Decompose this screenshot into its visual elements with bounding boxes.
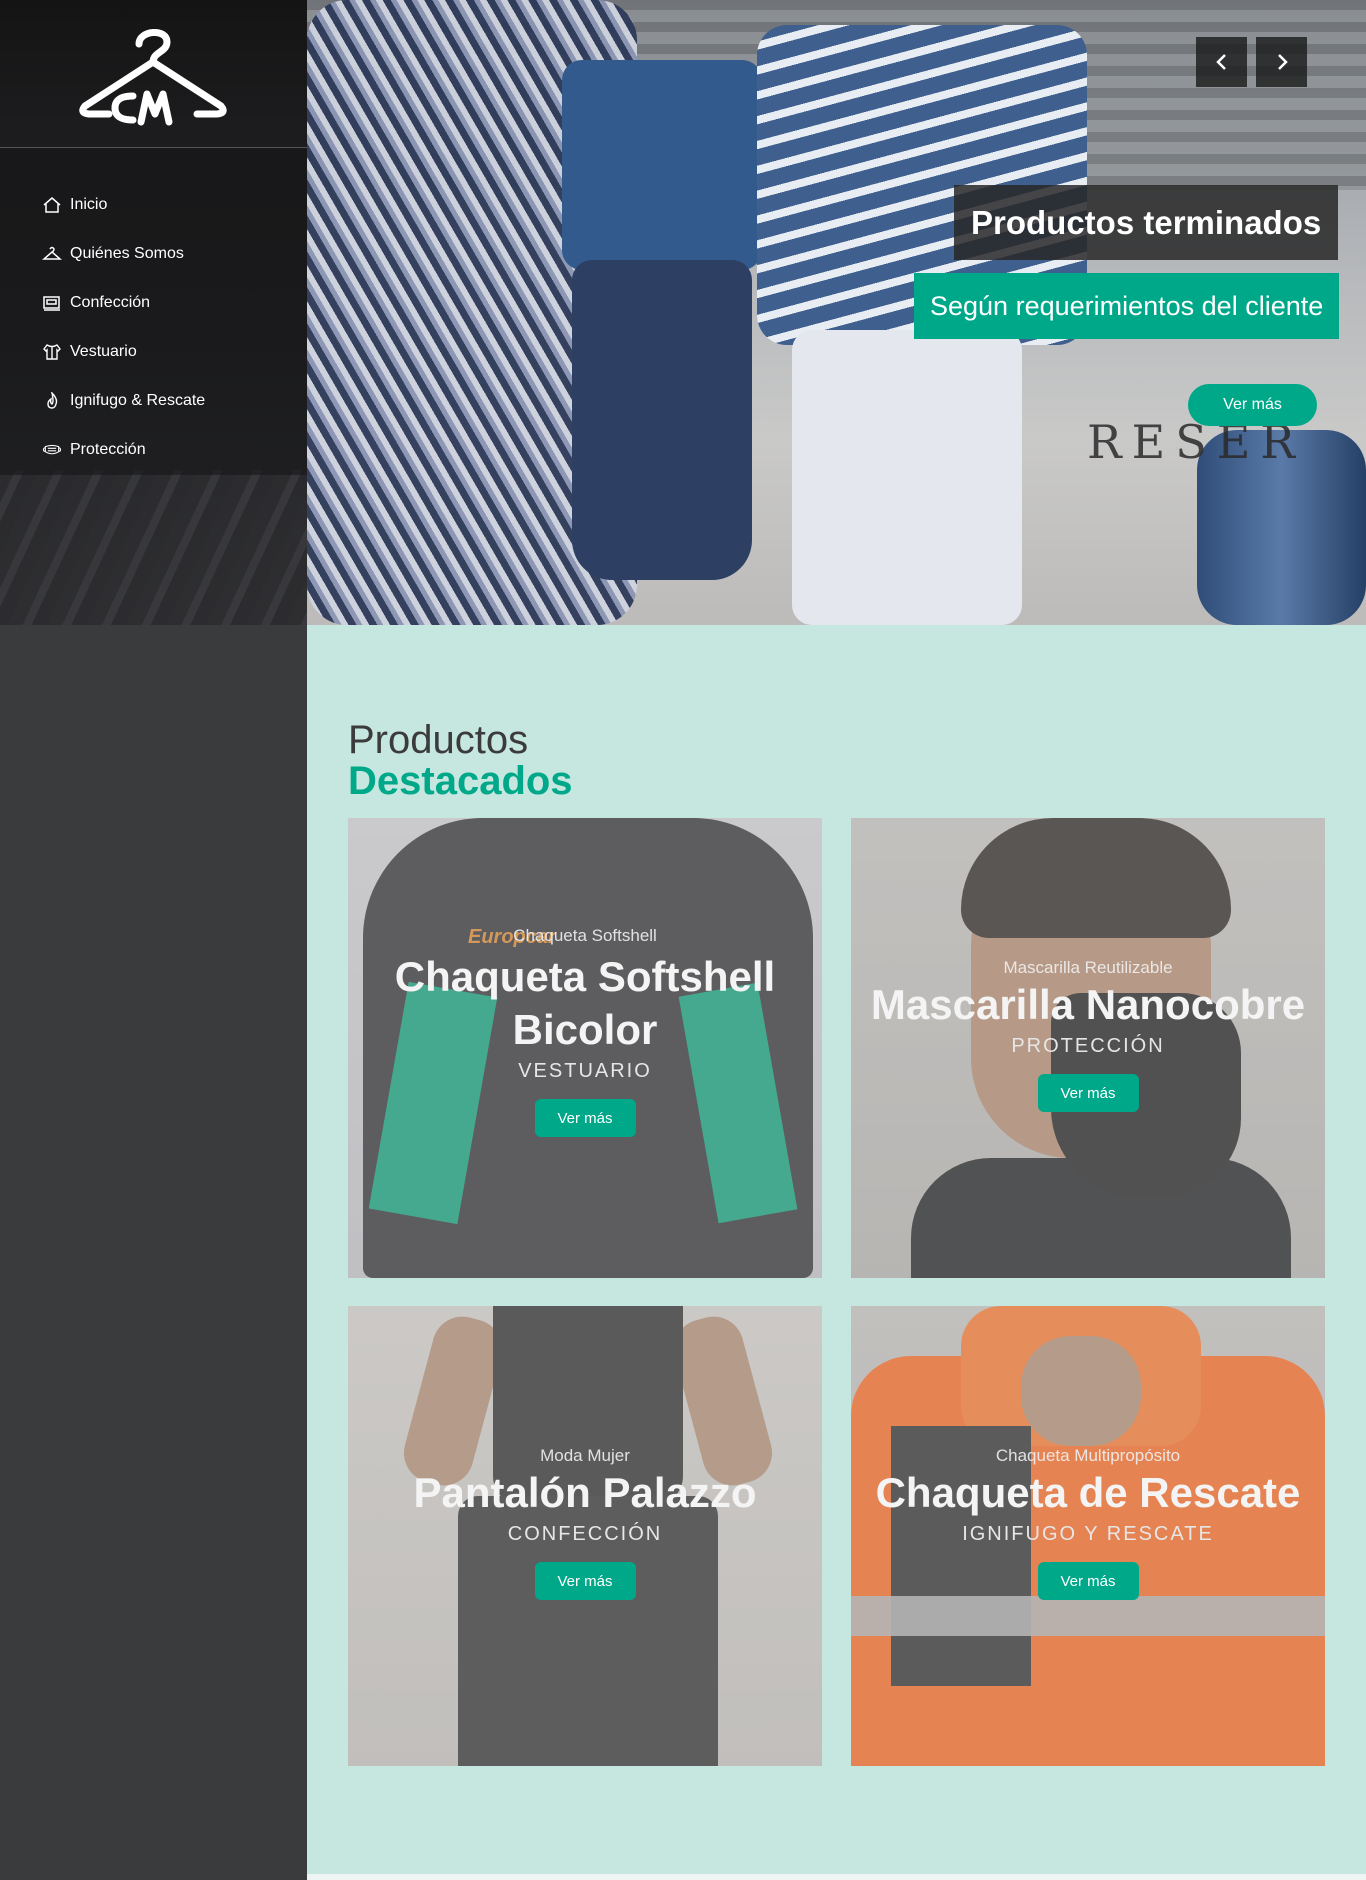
nav-label: Vestuario [70, 342, 137, 360]
product-card-softshell[interactable]: Europcar Chaqueta Softshell Chaqueta Sof… [348, 818, 822, 1278]
card-subtitle: Moda Mujer [540, 1446, 630, 1465]
nav-label: Ignifugo & Rescate [70, 391, 206, 409]
hero-subtitle: Según requerimientos del cliente [914, 273, 1340, 339]
card-content: Moda Mujer Pantalón Palazzo CONFECCIÓN V… [348, 1446, 822, 1600]
card-ver-mas-button[interactable]: Ver más [534, 1562, 636, 1600]
main-nav: Inicio Quiénes Somos Confección Vestuari… [42, 180, 205, 474]
hanger-icon [42, 246, 62, 260]
featured-heading-line2: Destacados [348, 759, 573, 803]
hero-title: Productos terminados [954, 185, 1339, 260]
slider-prev-button[interactable] [1196, 37, 1247, 87]
mask-icon [42, 444, 62, 454]
card-category: PROTECCIÓN [1011, 1035, 1165, 1057]
card-content: Chaqueta Softshell Chaqueta Softshell Bi… [348, 926, 822, 1137]
slider-next-button[interactable] [1256, 37, 1307, 87]
card-ver-mas-button[interactable]: Ver más [1037, 1074, 1139, 1112]
hero-ver-mas-button[interactable]: Ver más [1188, 384, 1317, 426]
flame-icon [47, 391, 58, 409]
nav-label: Inicio [70, 195, 108, 213]
card-content: Mascarilla Reutilizable Mascarilla Nanoc… [851, 958, 1325, 1112]
card-title: Chaqueta de Rescate [875, 1469, 1301, 1516]
hero-slider: RESER Productos terminados Según requeri… [307, 0, 1366, 625]
sidebar-background-image [0, 470, 307, 625]
nav-item-proteccion[interactable]: Protección [42, 425, 205, 474]
card-title: Mascarilla Nanocobre [870, 981, 1306, 1028]
card-ver-mas-button[interactable]: Ver más [1037, 1562, 1139, 1600]
card-category: CONFECCIÓN [507, 1523, 663, 1545]
shirt-icon [43, 343, 61, 360]
hero-image-blue-top [562, 60, 762, 270]
card-category: IGNIFUGO Y RESCATE [962, 1523, 1214, 1545]
product-card-rescate[interactable]: Chaqueta Multipropósito Chaqueta de Resc… [851, 1306, 1325, 1766]
nav-item-inicio[interactable]: Inicio [42, 180, 205, 229]
card-subtitle: Chaqueta Softshell [513, 926, 657, 945]
card-content: Chaqueta Multipropósito Chaqueta de Resc… [851, 1446, 1325, 1600]
nav-item-ignifugo-rescate[interactable]: Ignifugo & Rescate [42, 376, 205, 425]
nav-label: Quiénes Somos [70, 244, 184, 262]
footer-edge [307, 1874, 1366, 1880]
card-subtitle: Chaqueta Multipropósito [995, 1446, 1181, 1465]
sidebar: Inicio Quiénes Somos Confección Vestuari… [0, 0, 307, 1880]
card-title: Chaqueta Softshell Bicolor [394, 953, 776, 1053]
card-title: Pantalón Palazzo [413, 1469, 757, 1516]
card-ver-mas-button[interactable]: Ver más [534, 1099, 636, 1137]
home-icon [43, 196, 61, 213]
chevron-left-icon [1215, 54, 1226, 70]
featured-heading-line1: Productos [348, 718, 529, 762]
nav-item-confeccion[interactable]: Confección [42, 278, 205, 327]
sewing-machine-icon [43, 295, 60, 311]
cm-hanger-logo[interactable] [75, 18, 230, 130]
featured-heading: Productos Destacados [348, 718, 573, 803]
card-subtitle: Mascarilla Reutilizable [1003, 958, 1173, 977]
sidebar-header: Inicio Quiénes Somos Confección Vestuari… [0, 0, 307, 625]
nav-item-quienes-somos[interactable]: Quiénes Somos [42, 229, 205, 278]
nav-label: Confección [70, 293, 151, 311]
product-card-palazzo[interactable]: Moda Mujer Pantalón Palazzo CONFECCIÓN V… [348, 1306, 822, 1766]
nav-item-vestuario[interactable]: Vestuario [42, 327, 205, 376]
chevron-right-icon [1277, 54, 1288, 70]
hero-image-white-jeans [792, 330, 1022, 625]
nav-label: Protección [70, 440, 146, 458]
logo-divider [0, 147, 307, 148]
card-category: VESTUARIO [518, 1060, 652, 1082]
hero-image-denim-skirt [572, 260, 752, 580]
product-card-mascarilla[interactable]: Mascarilla Reutilizable Mascarilla Nanoc… [851, 818, 1325, 1278]
